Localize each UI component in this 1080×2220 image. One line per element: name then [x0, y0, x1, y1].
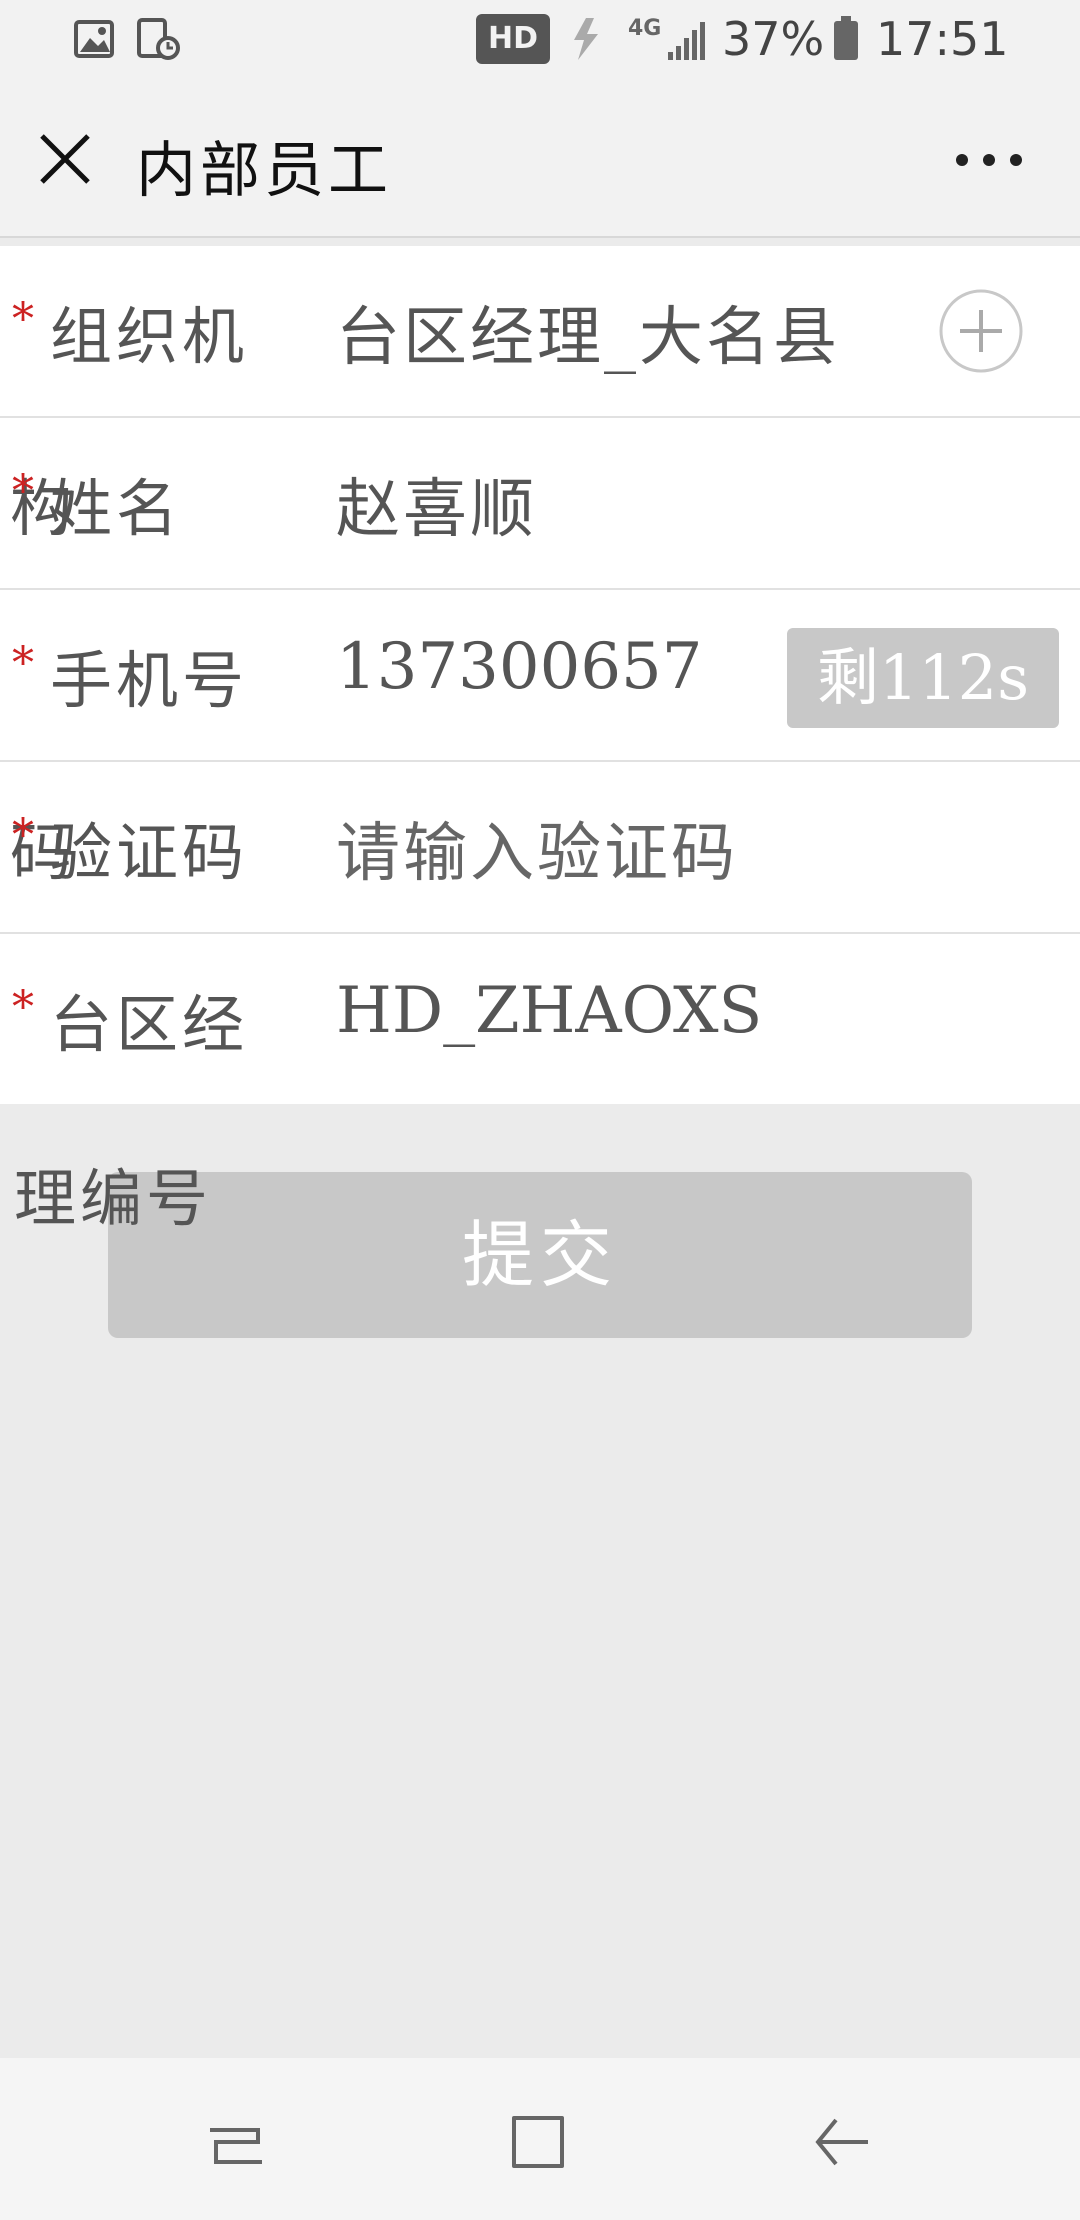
code-input[interactable]: 请输入验证码	[336, 802, 738, 894]
system-nav-bar	[0, 2058, 1080, 2220]
code-row: 码 * 验证码 请输入验证码	[0, 762, 1080, 934]
code-label: 验证码	[50, 816, 249, 889]
required-mark: *	[12, 810, 34, 861]
gallery-icon	[74, 20, 114, 58]
nav-bar: 内部员工	[0, 80, 1080, 238]
recent-apps-icon[interactable]	[206, 2112, 266, 2172]
clock: 17:51	[876, 12, 1009, 66]
resend-code-button[interactable]: 剩112s	[787, 628, 1059, 728]
screen-timer-icon	[137, 18, 180, 60]
org-field[interactable]: 台区经理_大名县	[336, 286, 876, 378]
close-icon[interactable]	[38, 132, 92, 186]
back-icon[interactable]	[812, 2112, 872, 2172]
battery-percent: 37%	[722, 12, 825, 66]
required-mark: *	[12, 982, 34, 1033]
add-org-icon[interactable]	[938, 288, 1024, 374]
registration-form: * 组织机 台区经理_大名县 构 * 姓名 赵喜顺 * 手机号 13730065…	[0, 246, 1080, 1104]
required-mark: *	[12, 466, 34, 517]
home-icon[interactable]	[508, 2112, 568, 2172]
data-saver-icon	[574, 18, 598, 60]
phone-row: * 手机号 137300657 剩112s	[0, 590, 1080, 762]
org-label: 组织机	[50, 300, 249, 373]
name-label: 姓名	[50, 472, 183, 545]
name-row: 构 * 姓名 赵喜顺	[0, 418, 1080, 590]
more-icon[interactable]	[954, 150, 1024, 170]
manager-id-row: * 台区经 HD_ZHAOXS	[0, 934, 1080, 1104]
status-bar: HD 4G 37% 17:51	[0, 0, 1080, 80]
hd-badge: HD	[476, 14, 550, 64]
submit-button[interactable]: 提交	[108, 1172, 972, 1338]
signal-icon	[668, 22, 705, 60]
manager-id-label: 台区经	[50, 988, 249, 1061]
required-mark: *	[12, 638, 34, 689]
required-mark: *	[12, 294, 34, 345]
battery-icon	[834, 16, 858, 60]
name-field[interactable]: 赵喜顺	[336, 458, 537, 550]
network-type: 4G	[628, 16, 662, 41]
page-title: 内部员工	[136, 136, 392, 206]
phone-label: 手机号	[50, 644, 249, 717]
org-row: * 组织机 台区经理_大名县	[0, 246, 1080, 418]
manager-id-field[interactable]: HD_ZHAOXS	[336, 974, 762, 1048]
manager-id-label-overflow: 理编号	[14, 1162, 213, 1235]
phone-field[interactable]: 137300657	[336, 630, 702, 704]
